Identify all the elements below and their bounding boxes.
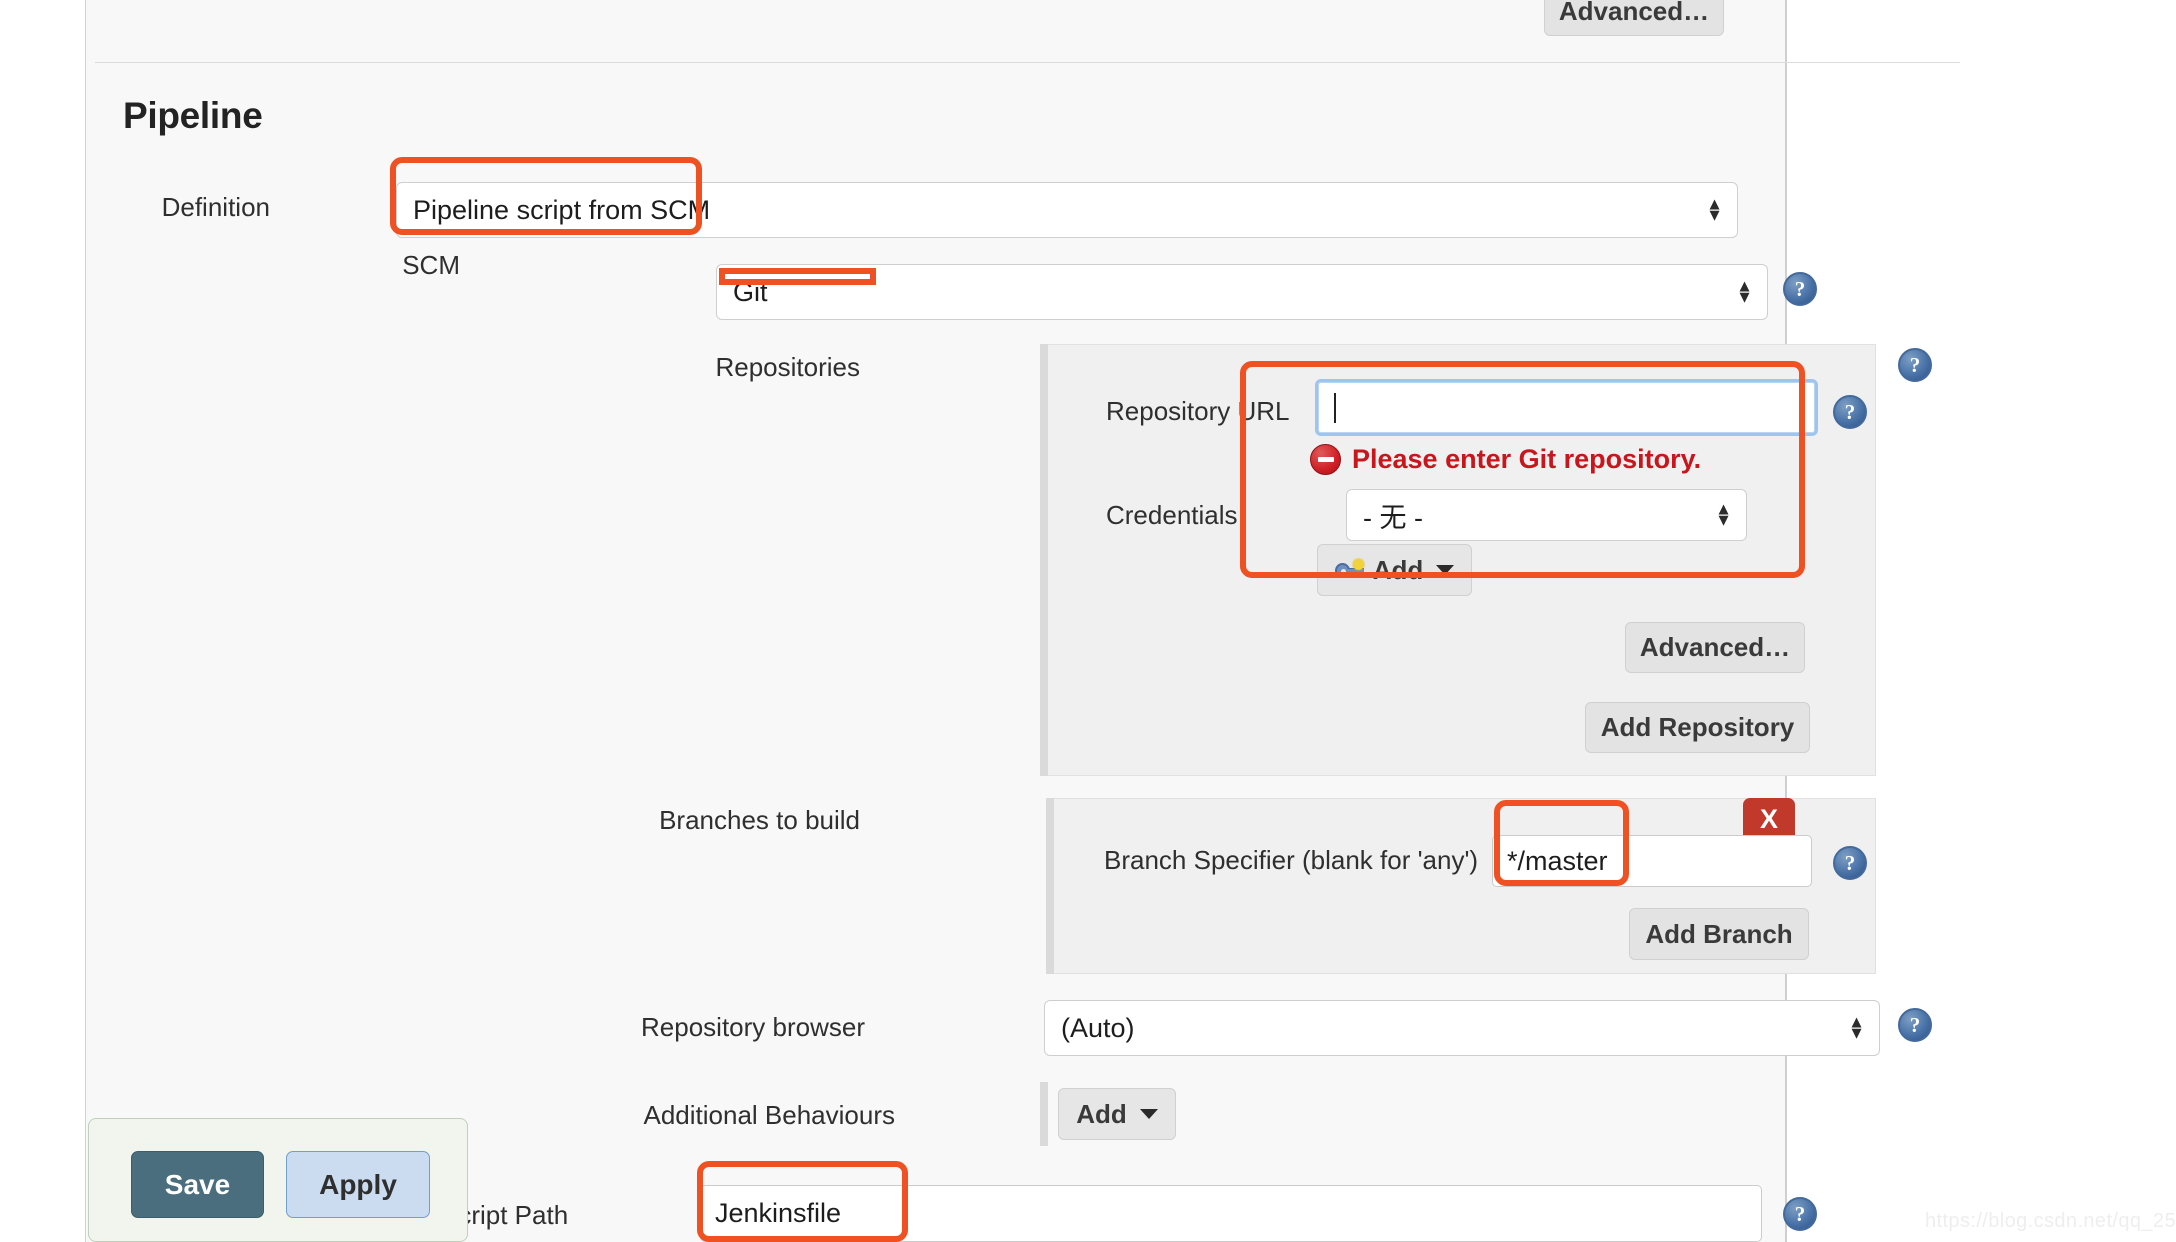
- repository-browser-value: (Auto): [1061, 1013, 1135, 1044]
- save-button[interactable]: Save: [131, 1151, 264, 1218]
- add-behaviour-label: Add: [1076, 1099, 1127, 1130]
- left-gutter: [0, 0, 86, 1242]
- add-behaviour-button[interactable]: Add: [1058, 1088, 1176, 1140]
- delete-branch-button[interactable]: X: [1743, 798, 1795, 840]
- annotation-branch-specifier: [1494, 800, 1629, 886]
- pipeline-config-page: Advanced… Pipeline Definition Pipeline s…: [0, 0, 2176, 1242]
- repository-browser-select[interactable]: (Auto) ▲▼: [1044, 1000, 1880, 1056]
- additional-behaviours-bar: [1040, 1082, 1048, 1146]
- chevron-updown-icon: ▲▼: [1706, 199, 1723, 220]
- help-icon-branch-specifier[interactable]: ?: [1833, 846, 1867, 880]
- repositories-panel-bar: [1040, 344, 1048, 776]
- repository-browser-label: Repository browser: [555, 1012, 865, 1043]
- help-icon-repository-browser[interactable]: ?: [1898, 1008, 1932, 1042]
- branches-to-build-label: Branches to build: [560, 805, 860, 836]
- annotation-script-path: [697, 1161, 908, 1242]
- credentials-label: Credentials: [1106, 500, 1238, 531]
- section-divider: [95, 62, 1960, 63]
- help-icon-script-path[interactable]: ?: [1783, 1197, 1817, 1231]
- add-branch-button[interactable]: Add Branch: [1629, 908, 1809, 960]
- help-icon-repositories[interactable]: ?: [1898, 348, 1932, 382]
- annotation-definition: [390, 157, 702, 235]
- annotation-scm: [719, 268, 876, 285]
- add-repository-button[interactable]: Add Repository: [1585, 702, 1810, 753]
- branches-panel-bar: [1046, 798, 1054, 974]
- left-divider: [85, 0, 86, 1242]
- watermark: https://blog.csdn.net/qq_25934401: [1925, 1210, 2176, 1233]
- page-title: Pipeline: [123, 95, 262, 137]
- chevron-down-icon: [1140, 1109, 1158, 1119]
- scm-label: SCM: [260, 250, 460, 281]
- help-icon-repository-url[interactable]: ?: [1833, 395, 1867, 429]
- chevron-updown-icon: ▲▼: [1736, 281, 1753, 302]
- help-icon-scm[interactable]: ?: [1783, 272, 1817, 306]
- apply-button[interactable]: Apply: [286, 1151, 430, 1218]
- annotation-repository-credentials: [1240, 361, 1805, 578]
- additional-behaviours-label: Additional Behaviours: [545, 1100, 895, 1131]
- definition-label: Definition: [70, 192, 270, 223]
- chevron-updown-icon: ▲▼: [1848, 1017, 1865, 1038]
- advanced-button-repositories[interactable]: Advanced…: [1625, 622, 1805, 673]
- advanced-button-top[interactable]: Advanced…: [1544, 0, 1724, 36]
- repositories-label: Repositories: [560, 352, 860, 383]
- branch-specifier-label: Branch Specifier (blank for 'any'): [1104, 845, 1478, 876]
